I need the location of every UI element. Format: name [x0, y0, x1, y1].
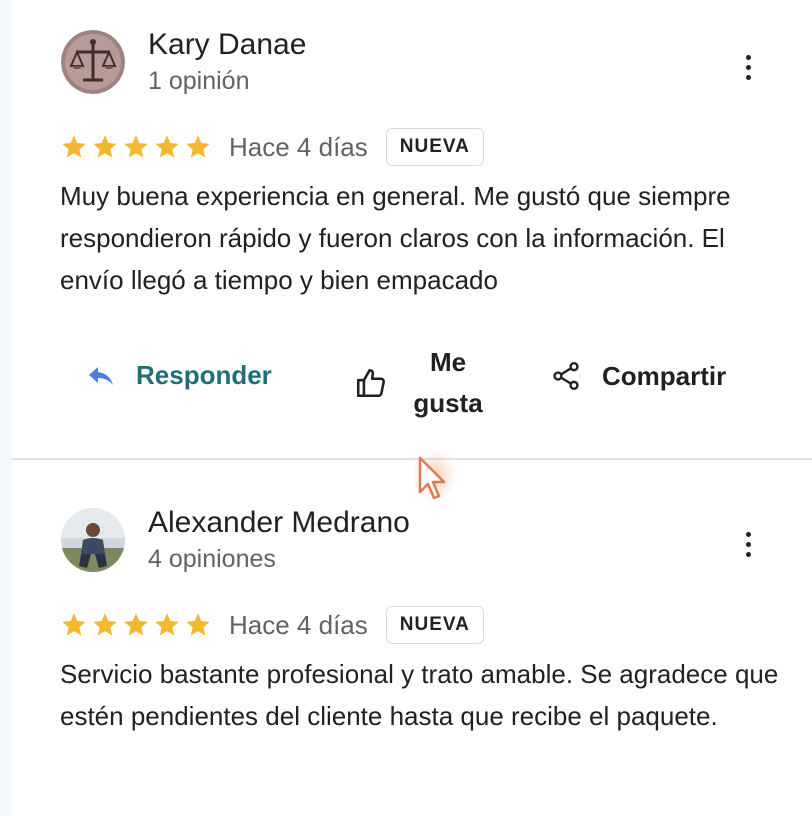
avatar[interactable]: [61, 508, 125, 572]
review-text: Muy buena experiencia en general. Me gus…: [60, 181, 731, 295]
review-card: Alexander Medrano 4 opiniones Hace 4 día…: [12, 460, 812, 816]
reviewer-name[interactable]: Kary Danae: [148, 28, 306, 62]
reply-label: Responder: [136, 360, 272, 390]
thumbs-up-icon: [356, 368, 385, 398]
share-icon: [553, 362, 579, 390]
like-button[interactable]: Me gusta: [354, 342, 492, 424]
star-icon: [186, 135, 210, 158]
reply-button[interactable]: Responder: [86, 360, 272, 391]
review-card: Kary Danae 1 opinión Hace 4 días NUEVA M…: [12, 0, 812, 458]
review-date: Hace 4 días: [229, 609, 368, 640]
star-icon: [186, 613, 210, 636]
reply-arrow-icon: [89, 366, 113, 385]
more-options-icon[interactable]: [736, 47, 760, 87]
star-icon: [124, 135, 148, 158]
star-icon: [93, 613, 117, 636]
share-label: Compartir: [602, 360, 727, 391]
more-options-icon[interactable]: [736, 524, 760, 564]
like-label-line2: gusta: [413, 388, 483, 418]
like-label-line1: Me: [429, 347, 467, 377]
avatar[interactable]: [61, 30, 125, 94]
star-icon: [124, 613, 148, 636]
reviewer-name[interactable]: Alexander Medrano: [148, 506, 410, 540]
avatar-image: [61, 508, 125, 572]
star-icon: [93, 135, 117, 158]
rating-row: Hace 4 días NUEVA: [60, 128, 484, 166]
review-actions: Responder Me gusta Compartir: [12, 340, 812, 420]
star-icon: [62, 613, 86, 636]
star-icon: [155, 135, 179, 158]
reviewer-review-count: 4 opiniones: [148, 545, 276, 573]
new-badge: NUEVA: [385, 128, 484, 166]
share-button[interactable]: Compartir: [550, 360, 726, 392]
review-text: Servicio bastante profesional y trato am…: [60, 659, 779, 731]
left-edge-strip: [0, 0, 12, 816]
reviewer-review-count: 1 opinión: [148, 67, 250, 95]
star-icon: [62, 135, 86, 158]
mouse-cursor-icon: [412, 452, 456, 502]
avatar-image: [61, 30, 125, 94]
rating-row: Hace 4 días NUEVA: [60, 606, 484, 644]
new-badge: NUEVA: [385, 606, 484, 644]
like-label: Me gusta: [404, 342, 492, 424]
review-date: Hace 4 días: [229, 131, 368, 162]
star-rating: [60, 611, 212, 639]
star-rating: [60, 133, 212, 161]
star-icon: [155, 613, 179, 636]
